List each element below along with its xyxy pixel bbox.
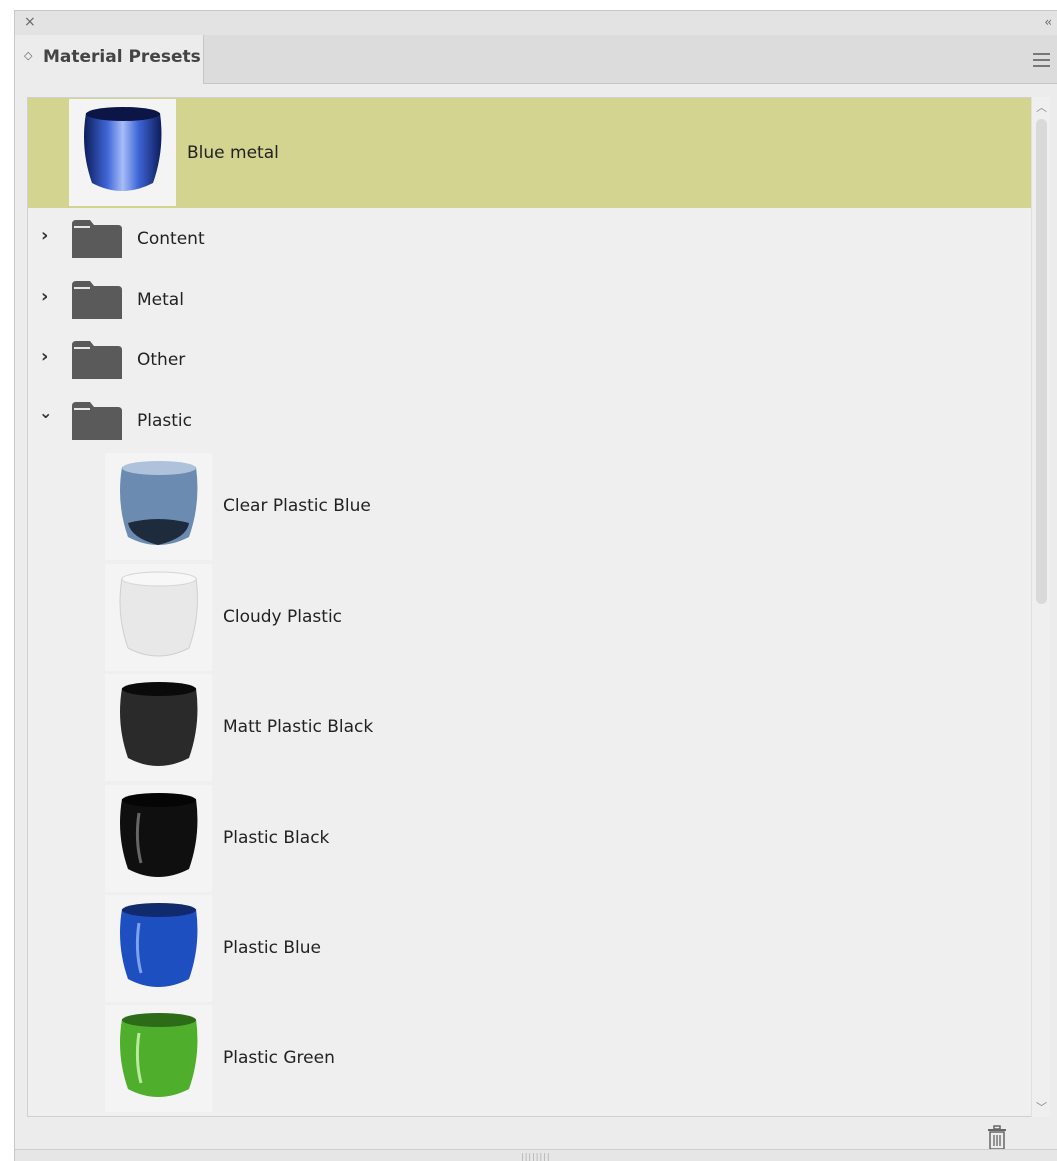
tab-drag-icon: ◇ (24, 49, 33, 62)
close-icon[interactable]: × (24, 14, 36, 30)
vertical-scrollbar[interactable]: ︿ ﹀ (1031, 97, 1050, 1117)
preset-label: Plastic Blue (223, 938, 322, 958)
preset-thumbnail (105, 674, 212, 781)
folder-label: Plastic (137, 411, 192, 431)
preset-thumbnail (105, 785, 212, 892)
scroll-down-icon[interactable]: ﹀ (1036, 1099, 1047, 1115)
folder-label: Metal (137, 290, 184, 310)
collapse-icon[interactable]: ‹‹ (1044, 15, 1051, 29)
resize-grip[interactable]: |||||||| (15, 1149, 1057, 1161)
preset-thumbnail (105, 895, 212, 1002)
folder-row-plastic[interactable]: ⌄ Plastic (28, 395, 1044, 447)
hamburger-menu-icon[interactable] (1033, 53, 1050, 71)
preset-label: Clear Plastic Blue (223, 496, 371, 516)
preset-thumbnail (105, 564, 212, 671)
preset-label: Matt Plastic Black (223, 717, 374, 737)
preset-label: Plastic Green (223, 1048, 335, 1068)
chevron-right-icon[interactable]: › (41, 225, 48, 246)
list-item-selected[interactable]: Blue metal (28, 98, 1044, 208)
folder-icon (72, 220, 122, 258)
preset-label: Blue metal (187, 143, 279, 163)
list-item-plastic-blue[interactable]: Plastic Blue (28, 895, 1044, 1005)
preset-thumbnail (105, 1005, 212, 1112)
list-item-matt-plastic-black[interactable]: Matt Plastic Black (28, 674, 1044, 784)
folder-row-content[interactable]: › Content (28, 213, 1044, 265)
list-item-clear-plastic-blue[interactable]: Clear Plastic Blue (28, 453, 1044, 563)
panel-titlebar: × ‹‹ (15, 11, 1057, 36)
list-item-cloudy-plastic[interactable]: Cloudy Plastic (28, 564, 1044, 674)
list-item-plastic-black[interactable]: Plastic Black (28, 785, 1044, 895)
folder-label: Content (137, 229, 205, 249)
folder-row-metal[interactable]: › Metal (28, 274, 1044, 326)
folder-label: Other (137, 350, 186, 370)
preset-list[interactable]: Blue metal › Content › Metal › Other ⌄ P… (27, 97, 1045, 1117)
folder-icon (72, 402, 122, 440)
folder-icon (72, 341, 122, 379)
trash-icon[interactable] (986, 1125, 1008, 1151)
preset-label: Cloudy Plastic (223, 607, 343, 627)
chevron-right-icon[interactable]: › (41, 346, 48, 367)
folder-row-other[interactable]: › Other (28, 334, 1044, 386)
scrollbar-thumb[interactable] (1036, 119, 1047, 604)
chevron-down-icon[interactable]: ⌄ (39, 403, 52, 422)
preset-thumbnail (105, 453, 212, 560)
tab-row: ◇ Material Presets (15, 35, 1057, 84)
preset-thumbnail (69, 99, 176, 206)
chevron-right-icon[interactable]: › (41, 286, 48, 307)
list-item-plastic-green[interactable]: Plastic Green (28, 1005, 1044, 1115)
tab-label: Material Presets (43, 47, 201, 67)
material-presets-panel: × ‹‹ ◇ Material Presets Blue metal › Con… (14, 10, 1057, 1161)
folder-icon (72, 281, 122, 319)
tab-material-presets[interactable]: ◇ Material Presets (15, 35, 204, 84)
scroll-up-icon[interactable]: ︿ (1036, 99, 1047, 115)
preset-label: Plastic Black (223, 828, 330, 848)
